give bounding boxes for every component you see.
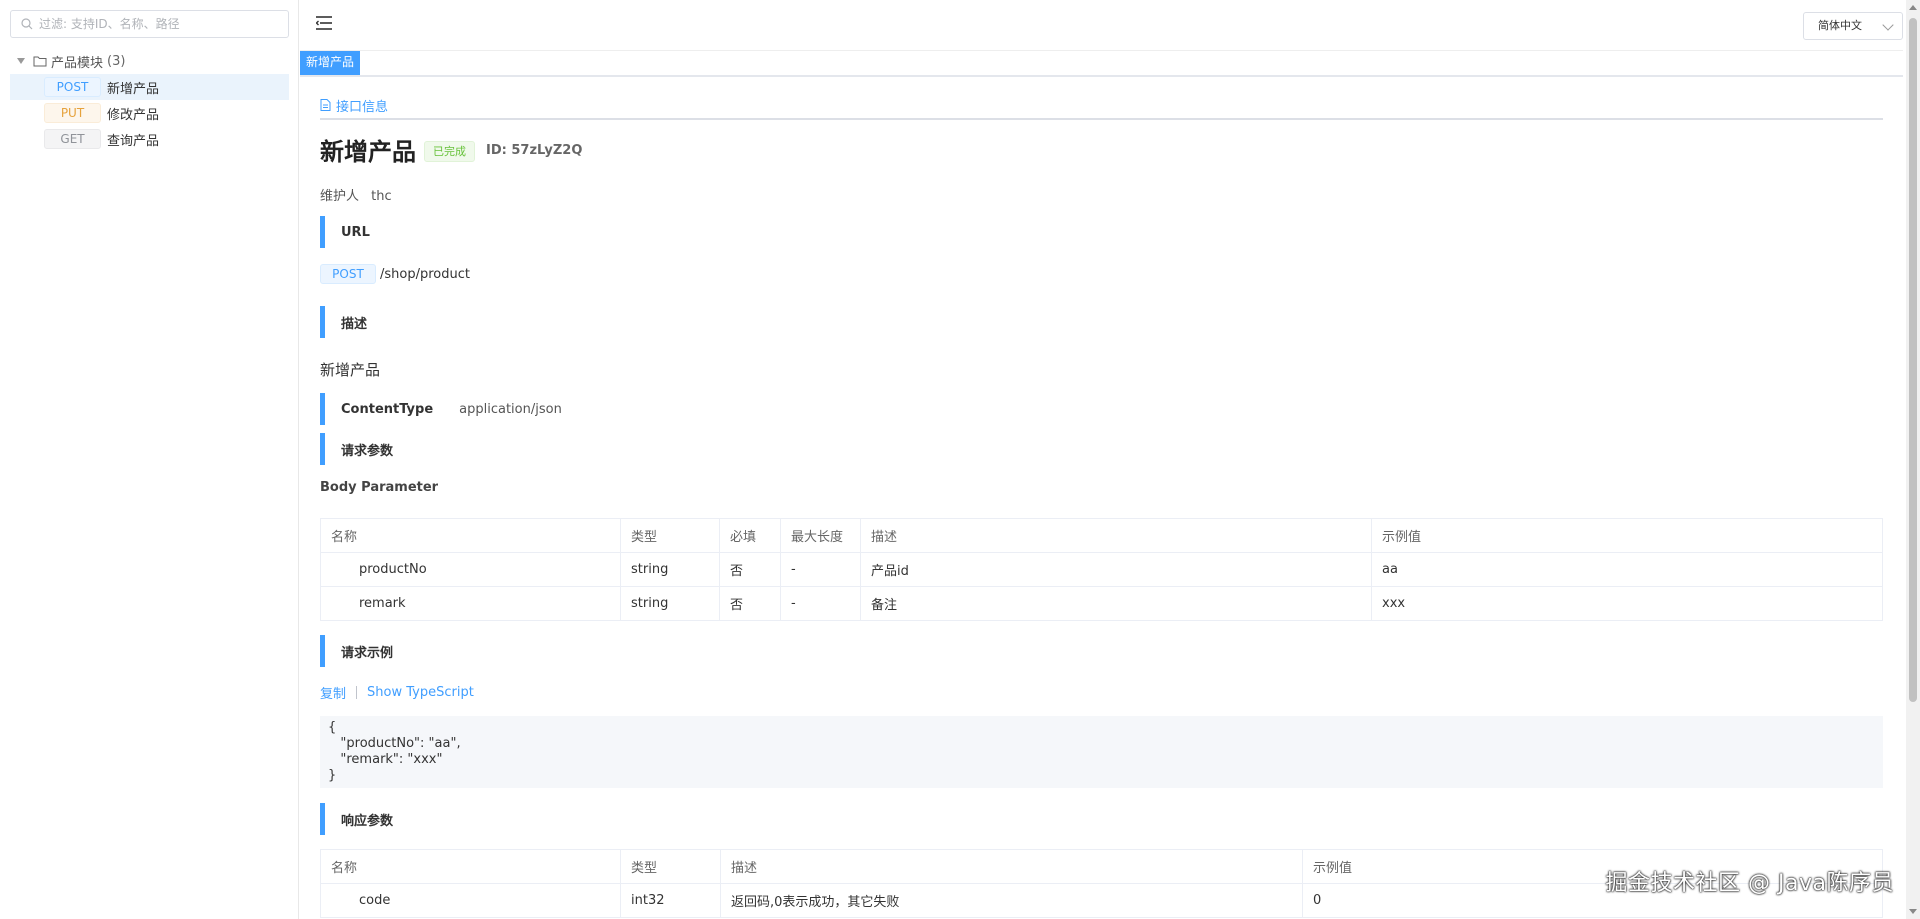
section-description-title: 描述 <box>341 316 368 332</box>
table-cell: 备注 <box>860 586 1372 621</box>
sidebar-item-label: 新增产品 <box>107 81 160 97</box>
menu-collapse-icon[interactable] <box>316 16 332 30</box>
show-typescript-link[interactable]: Show TypeScript <box>367 685 474 700</box>
folder-icon <box>33 56 47 67</box>
tree-group-label: 产品模块 <box>51 55 104 71</box>
column-header: 描述 <box>860 518 1372 553</box>
section-description: 描述 <box>320 306 720 338</box>
section-response-params: 响应参数 <box>320 803 720 835</box>
method-tag-post: POST <box>44 77 101 97</box>
table-cell: int32 <box>620 883 721 918</box>
section-content-type: ContentType application/json <box>320 393 720 425</box>
language-select[interactable]: 简体中文 <box>1803 12 1903 40</box>
divider <box>356 686 358 699</box>
sidebar-item-update-product[interactable]: PUT 修改产品 <box>10 100 289 126</box>
sidebar-item-add-product[interactable]: POST 新增产品 <box>10 74 289 100</box>
example-actions: 复制 Show TypeScript <box>320 683 474 702</box>
section-response-params-title: 响应参数 <box>341 813 394 829</box>
table-header-row: 名称 类型 必填 最大长度 描述 示例值 <box>320 518 1883 553</box>
sidebar: 产品模块 (3) POST 新增产品 PUT 修改产品 GET 查询产品 <box>0 0 299 919</box>
api-id: ID: 57zLyZ2Q <box>486 143 583 158</box>
tree-group-count: (3) <box>107 53 126 69</box>
search-icon <box>21 18 33 30</box>
table-row: productNo string 否 - 产品id aa <box>320 552 1883 587</box>
doc-tab-bar: 新增产品 <box>300 51 1903 77</box>
column-header: 描述 <box>720 849 1303 884</box>
maintainer-row: 维护人 thc <box>320 185 392 204</box>
column-header: 示例值 <box>1371 518 1883 553</box>
table-cell: remark <box>320 586 621 621</box>
section-request-params-title: 请求参数 <box>341 443 394 459</box>
request-example-code: { "productNo": "aa", "remark": "xxx" } <box>320 716 1883 788</box>
content-type-label: ContentType <box>341 401 434 417</box>
url-method-tag: POST <box>320 264 376 284</box>
column-header: 类型 <box>620 518 720 553</box>
tab-add-product[interactable]: 新增产品 <box>300 51 361 75</box>
table-cell: string <box>620 586 720 621</box>
section-url-title: URL <box>341 224 370 240</box>
sidebar-item-label: 修改产品 <box>107 107 160 123</box>
page-title: 新增产品 <box>320 138 416 166</box>
method-tag-put: PUT <box>44 103 101 123</box>
request-params-table: 名称 类型 必填 最大长度 描述 示例值 productNo string 否 … <box>320 518 1883 621</box>
body-parameter-label: Body Parameter <box>320 480 439 495</box>
scrollbar[interactable] <box>1906 0 1920 919</box>
scroll-down-arrow-icon[interactable] <box>1909 909 1917 914</box>
column-header: 名称 <box>320 849 621 884</box>
tree-group-product-module[interactable]: 产品模块 (3) <box>17 51 125 71</box>
tab-underline <box>320 118 1883 120</box>
table-cell: code <box>320 883 621 918</box>
section-request-params: 请求参数 <box>320 433 720 465</box>
tab-api-info-label: 接口信息 <box>336 99 389 115</box>
maintainer-value: thc <box>371 189 392 204</box>
table-cell: string <box>620 552 720 587</box>
watermark: 掘金技术社区 @ Java陈序员 <box>1605 871 1894 896</box>
column-header: 最大长度 <box>780 518 861 553</box>
table-cell: 否 <box>719 552 781 587</box>
language-select-value: 简体中文 <box>1818 19 1862 32</box>
tab-api-info[interactable]: 接口信息 <box>320 91 388 119</box>
method-tag-get: GET <box>44 129 101 149</box>
sidebar-item-query-product[interactable]: GET 查询产品 <box>10 126 289 152</box>
api-description: 新增产品 <box>320 361 381 379</box>
section-url: URL <box>320 216 720 248</box>
table-cell: - <box>780 552 861 587</box>
section-request-example-title: 请求示例 <box>341 645 394 661</box>
url-path: /shop/product <box>380 266 470 282</box>
table-cell: - <box>780 586 861 621</box>
document-icon <box>320 99 331 111</box>
table-cell: productNo <box>320 552 621 587</box>
section-request-example: 请求示例 <box>320 635 720 667</box>
scrollbar-thumb[interactable] <box>1909 18 1917 702</box>
column-header: 名称 <box>320 518 621 553</box>
table-cell: 返回码,0表示成功，其它失败 <box>720 883 1303 918</box>
table-cell: aa <box>1371 552 1883 587</box>
table-row: remark string 否 - 备注 xxx <box>320 586 1883 621</box>
status-badge: 已完成 <box>424 141 475 162</box>
search-box[interactable] <box>10 10 289 38</box>
maintainer-label: 维护人 <box>320 189 360 204</box>
url-row: POST /shop/product <box>320 264 470 284</box>
scroll-up-arrow-icon[interactable] <box>1909 5 1917 10</box>
sidebar-item-label: 查询产品 <box>107 133 160 149</box>
column-header: 必填 <box>719 518 781 553</box>
column-header: 类型 <box>620 849 721 884</box>
table-cell: 否 <box>719 586 781 621</box>
top-bar: 简体中文 <box>300 0 1903 51</box>
table-cell: xxx <box>1371 586 1883 621</box>
content-type-value: application/json <box>459 401 562 417</box>
table-cell: 产品id <box>860 552 1372 587</box>
copy-link[interactable]: 复制 <box>320 683 346 702</box>
chevron-down-icon <box>1882 19 1894 31</box>
caret-down-icon[interactable] <box>17 58 25 64</box>
search-input[interactable] <box>39 17 279 31</box>
